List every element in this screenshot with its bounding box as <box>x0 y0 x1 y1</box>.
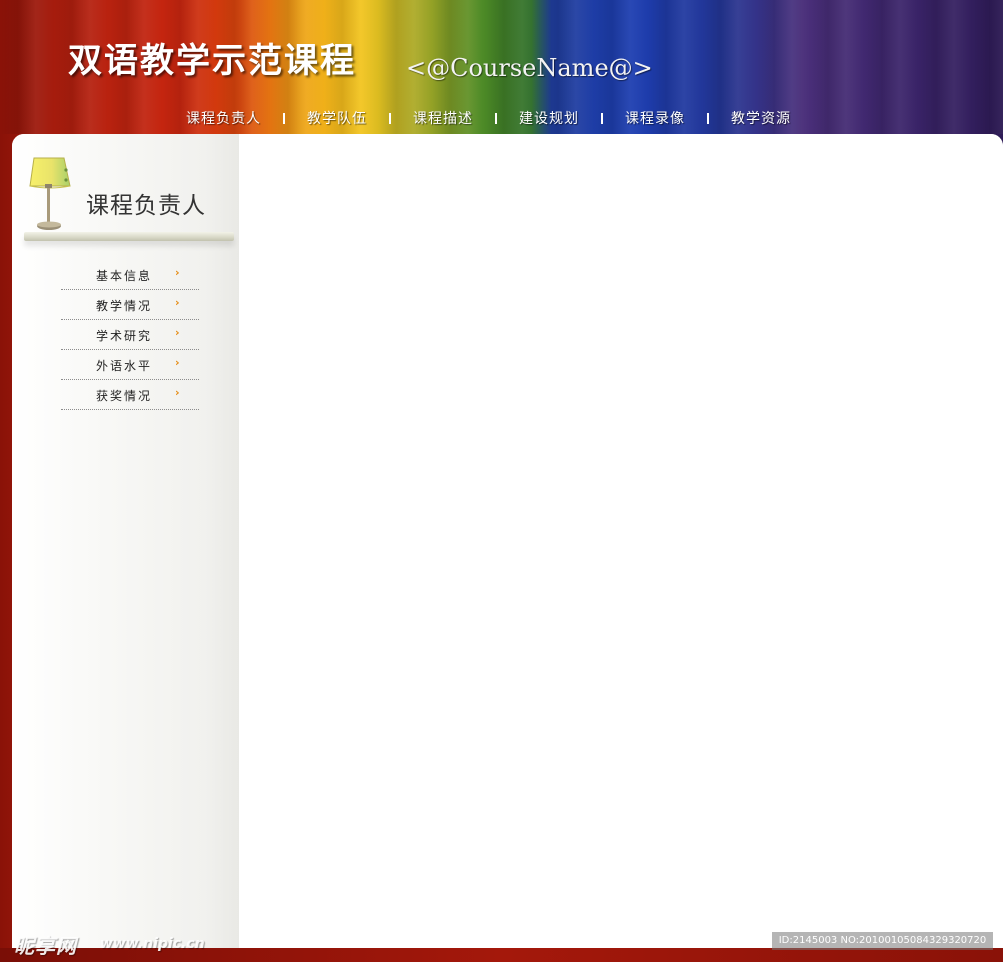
watermark-logo: 昵享网 <box>14 934 77 958</box>
sub-menu: 基本信息 › 教学情况 › 学术研究 › 外语水平 › 获奖情况 › <box>61 260 199 410</box>
main-content-area <box>239 134 1003 948</box>
menu-item-label: 外语水平 <box>96 359 153 373</box>
watermark-url: www.nipic.cn <box>100 936 205 952</box>
site-title: 双语教学示范课程 <box>68 41 356 81</box>
nav-item-construction-plan[interactable]: 建设规划 <box>519 108 579 128</box>
header-banner: 双语教学示范课程 <@CourseName@> 课程负责人 教学队伍 课程描述 … <box>0 0 1003 134</box>
menu-item-teaching[interactable]: 教学情况 › <box>61 290 199 320</box>
chevron-right-icon: › <box>175 356 180 369</box>
content-panel: 课程负责人 基本信息 › 教学情况 › 学术研究 › 外语水平 › 获奖情况 › <box>12 134 1003 948</box>
menu-item-label: 获奖情况 <box>96 389 153 403</box>
nav-item-course-description[interactable]: 课程描述 <box>413 108 473 128</box>
chevron-right-icon: › <box>175 326 180 339</box>
section-title: 课程负责人 <box>86 193 206 219</box>
menu-item-label: 学术研究 <box>96 329 153 343</box>
nav-item-teaching-team[interactable]: 教学队伍 <box>307 108 367 128</box>
menu-item-research[interactable]: 学术研究 › <box>61 320 199 350</box>
sidebar: 课程负责人 基本信息 › 教学情况 › 学术研究 › 外语水平 › 获奖情况 › <box>12 134 239 948</box>
nav-separator <box>707 112 709 124</box>
nav-separator <box>283 112 285 124</box>
course-name: <@CourseName@> <box>406 54 653 82</box>
watermark-id: ID:2145003 NO:20100105084329320720 <box>772 932 993 950</box>
menu-item-label: 教学情况 <box>96 299 153 313</box>
nav-separator <box>601 112 603 124</box>
chevron-right-icon: › <box>175 296 180 309</box>
lamp-icon <box>29 157 71 230</box>
chevron-right-icon: › <box>175 266 180 279</box>
menu-item-awards[interactable]: 获奖情况 › <box>61 380 199 410</box>
nav-item-course-video[interactable]: 课程录像 <box>625 108 685 128</box>
nav-separator <box>389 112 391 124</box>
menu-item-basic-info[interactable]: 基本信息 › <box>61 260 199 290</box>
top-nav: 课程负责人 教学队伍 课程描述 建设规划 课程录像 教学资源 <box>186 108 791 128</box>
menu-item-label: 基本信息 <box>96 269 153 283</box>
menu-item-language-level[interactable]: 外语水平 › <box>61 350 199 380</box>
nav-separator <box>495 112 497 124</box>
nav-item-course-leader[interactable]: 课程负责人 <box>186 108 261 128</box>
chevron-right-icon: › <box>175 386 180 399</box>
shelf-divider <box>24 232 234 241</box>
nav-item-teaching-resources[interactable]: 教学资源 <box>731 108 791 128</box>
